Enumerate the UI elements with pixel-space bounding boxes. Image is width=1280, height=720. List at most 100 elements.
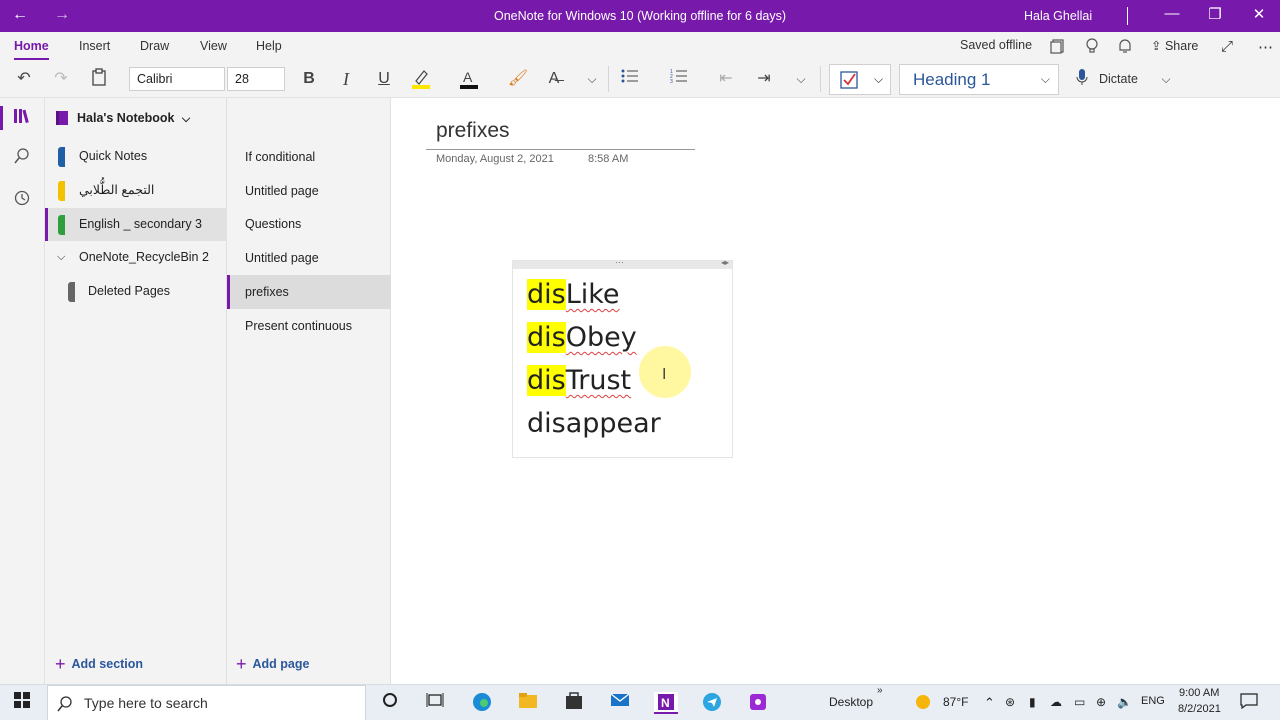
section-english-secondary-3[interactable]: English _ secondary 3 (45, 208, 227, 241)
dictate-chevron-icon[interactable]: ⌵ (1155, 68, 1177, 90)
microphone-icon[interactable] (1071, 68, 1093, 90)
share-button[interactable]: ⇪ Share (1151, 38, 1198, 53)
style-dropdown[interactable]: Heading 1 ⌵ (899, 64, 1059, 95)
section-deleted-pages[interactable]: Deleted Pages (45, 275, 227, 308)
sync-status[interactable]: Saved offline (960, 38, 1032, 52)
increase-indent-icon[interactable]: ⇥ (753, 68, 775, 90)
page-title[interactable]: prefixes (436, 119, 510, 143)
decrease-indent-icon[interactable]: ⇤ (715, 68, 737, 90)
close-button[interactable]: ✕ (1247, 5, 1271, 23)
format-painter-icon[interactable]: 🖌 (507, 68, 529, 90)
font-size-input[interactable]: 28 (227, 67, 285, 91)
notebooks-icon[interactable] (1050, 38, 1066, 57)
add-section-button[interactable]: + Add section (55, 654, 143, 675)
notifications-icon[interactable] (1240, 693, 1258, 712)
font-color-icon[interactable]: A (458, 68, 480, 90)
battery-icon[interactable]: ▭ (1074, 695, 1085, 709)
weather-temperature[interactable]: 87°F (943, 695, 968, 709)
page-item[interactable]: Untitled page (227, 174, 391, 208)
tray-overflow-icon[interactable]: ⌃ (984, 695, 995, 711)
cortana-icon[interactable] (378, 692, 402, 714)
desktop-toolbar[interactable]: Desktop (829, 695, 873, 709)
onedrive-icon[interactable]: ☁ (1050, 695, 1062, 709)
tag-dropdown[interactable]: ⌵ (829, 64, 891, 95)
style-value: Heading 1 (913, 70, 991, 89)
page-item[interactable]: Present continuous (227, 309, 391, 343)
bell-icon[interactable] (1118, 38, 1132, 57)
plus-icon: + (236, 654, 247, 674)
minimize-button[interactable]: — (1160, 5, 1184, 22)
page-item[interactable]: Questions (227, 207, 391, 241)
tab-draw[interactable]: Draw (140, 39, 169, 53)
recent-clock-icon[interactable] (11, 190, 33, 212)
taskbar-search-input[interactable]: Type here to search (47, 685, 366, 720)
page-item[interactable]: If conditional (227, 140, 391, 174)
bullet-list-icon[interactable] (619, 68, 641, 90)
page-time: 8:58 AM (588, 153, 629, 165)
section-color-tab (58, 181, 65, 201)
network-icon[interactable]: ⊛ (1005, 695, 1015, 709)
tab-help[interactable]: Help (256, 39, 282, 53)
font-name-input[interactable]: Calibri (129, 67, 225, 91)
chevron-down-icon[interactable]: ⌵ (581, 68, 603, 90)
note-line[interactable]: disappear (527, 404, 661, 444)
file-explorer-icon[interactable] (516, 692, 540, 714)
underline-icon[interactable]: U (373, 68, 395, 90)
resize-arrows-icon[interactable]: ◂▸ (721, 258, 729, 267)
section-group-recyclebin[interactable]: ⌵ OneNote_RecycleBin 2 (45, 241, 227, 274)
tab-view[interactable]: View (200, 39, 227, 53)
search-icon[interactable] (11, 148, 33, 170)
page-item[interactable]: Untitled page (227, 241, 391, 275)
word-rest: disappear (527, 408, 661, 439)
clock-time[interactable]: 9:00 AM (1179, 687, 1219, 699)
lightbulb-icon[interactable] (1085, 38, 1099, 57)
note-line[interactable]: disTrust (527, 361, 631, 401)
section-arabic[interactable]: التجمع الطُّلابي (45, 174, 227, 207)
tab-home[interactable]: Home (14, 39, 49, 60)
clear-formatting-icon[interactable]: A̶ (543, 68, 565, 90)
dictate-button[interactable]: Dictate (1099, 72, 1138, 86)
numbered-list-icon[interactable]: 123 (668, 68, 690, 90)
clock-date[interactable]: 8/2/2021 (1178, 703, 1221, 715)
container-drag-handle[interactable]: ⋯ ◂▸ (513, 257, 732, 269)
mail-icon[interactable] (608, 692, 632, 714)
toolbar-expand-icon[interactable]: » (877, 685, 883, 696)
restore-button[interactable]: ❐ (1203, 5, 1227, 23)
word-rest: Obey (565, 322, 637, 353)
list-options-chevron-icon[interactable]: ⌵ (790, 68, 812, 90)
edge-browser-icon[interactable] (470, 692, 494, 714)
language-indicator[interactable]: ENG (1141, 695, 1165, 707)
onenote-app-icon[interactable]: N (654, 692, 678, 714)
page-item-selected[interactable]: prefixes (227, 275, 391, 309)
undo-icon[interactable]: ↶ (13, 68, 35, 90)
store-icon[interactable] (562, 692, 586, 714)
more-options-icon[interactable]: ⋯ (1258, 38, 1273, 56)
notebook-chevron-icon: ⌵ (181, 113, 191, 125)
user-name[interactable]: Hala Ghellai (1024, 9, 1092, 23)
tab-insert[interactable]: Insert (79, 39, 110, 53)
highlight-icon[interactable] (410, 68, 432, 90)
add-page-button[interactable]: + Add page (236, 654, 309, 675)
microphone-tray-icon[interactable]: ▮ (1029, 695, 1036, 709)
globe-icon[interactable]: ⊕ (1096, 695, 1106, 709)
note-line[interactable]: disObey (527, 318, 637, 358)
redo-icon[interactable]: ↷ (50, 68, 72, 90)
telegram-icon[interactable] (700, 692, 724, 714)
note-line[interactable]: disLike (527, 275, 620, 315)
pages-pane: If conditional Untitled page Questions U… (227, 98, 391, 684)
windows-start-icon[interactable] (10, 692, 34, 714)
italic-icon[interactable]: I (335, 68, 357, 90)
notebook-name[interactable]: Hala's Notebook ⌵ (77, 111, 190, 126)
expand-chevron-icon[interactable]: ⌵ (57, 241, 65, 274)
screen-recorder-icon[interactable] (746, 692, 770, 714)
task-view-icon[interactable] (423, 692, 447, 714)
weather-sun-icon[interactable] (915, 694, 931, 713)
note-container[interactable]: ⋯ ◂▸ disLike disObey disTrust disappear (512, 257, 733, 458)
fullscreen-icon[interactable]: ⤢ (1221, 38, 1233, 55)
clipboard-icon[interactable] (88, 68, 110, 90)
bold-icon[interactable]: B (298, 68, 320, 90)
section-quick-notes[interactable]: Quick Notes (45, 140, 227, 173)
page-canvas[interactable]: prefixes Monday, August 2, 2021 8:58 AM … (391, 98, 1280, 684)
notebooks-library-icon[interactable] (11, 108, 33, 130)
volume-icon[interactable]: 🔈 (1117, 695, 1132, 709)
